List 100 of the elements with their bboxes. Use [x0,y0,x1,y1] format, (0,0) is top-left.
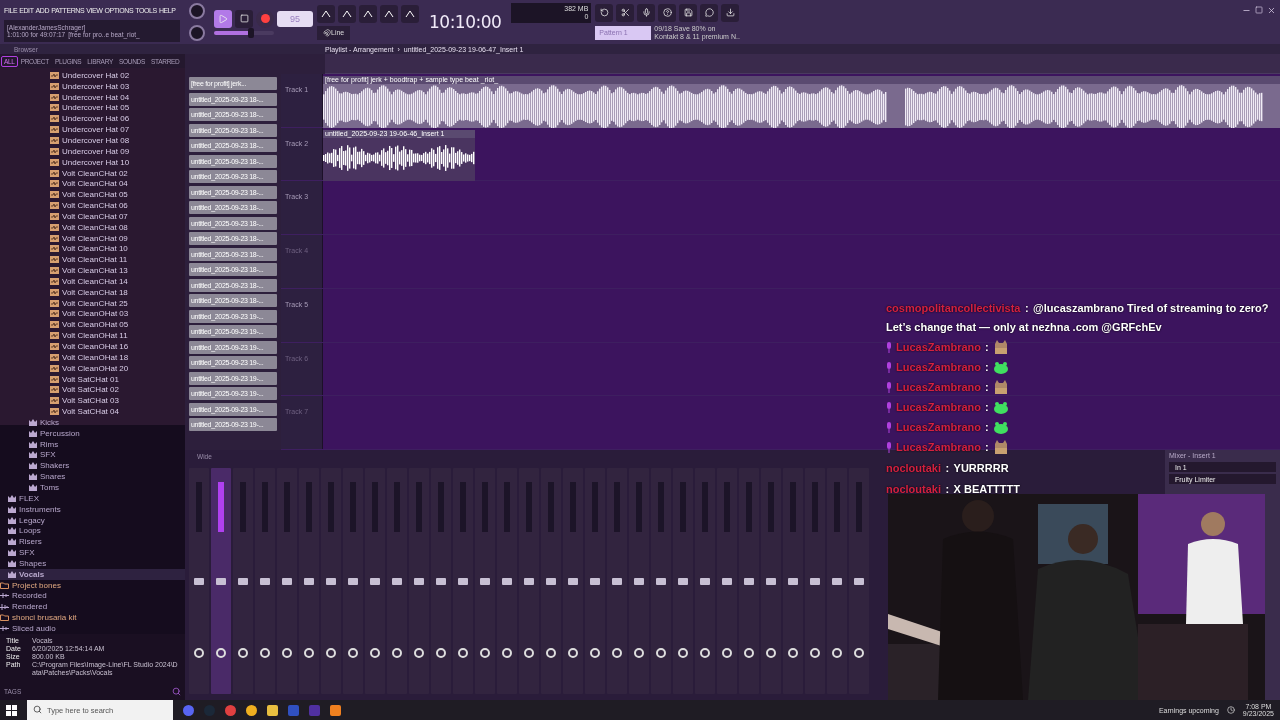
pan-knob[interactable] [832,648,842,658]
pan-knob[interactable] [722,648,732,658]
mixer-strip[interactable] [717,468,737,694]
fader-handle[interactable] [524,578,534,585]
fader-handle[interactable] [744,578,754,585]
mixer-strip[interactable] [585,468,605,694]
pan-knob[interactable] [238,648,248,658]
pan-knob[interactable] [590,648,600,658]
pan-knob[interactable] [502,648,512,658]
browser-item[interactable]: Percussion [0,427,185,439]
browser-item[interactable]: Volt CleanCHat 04 [0,178,185,190]
mixer-strip[interactable] [431,468,451,694]
taskbar-app-icon[interactable] [267,704,278,716]
help-button[interactable] [658,3,677,22]
browser-item[interactable]: Risers [0,536,185,548]
pan-knob[interactable] [260,648,270,658]
toolbar-button[interactable] [338,4,356,23]
pan-knob[interactable] [480,648,490,658]
fader-handle[interactable] [458,578,468,585]
browser-item[interactable]: Volt CleanOHat 03 [0,308,185,320]
browser-item[interactable]: SFX [0,449,185,461]
browser-item[interactable]: Volt CleanOHat 20 [0,362,185,374]
pan-knob[interactable] [788,648,798,658]
browser-item[interactable]: Undercover Hat 08 [0,135,185,146]
browser-item[interactable]: Volt CleanOHat 05 [0,319,185,331]
browser-item[interactable]: Shapes [0,557,185,569]
mixer-strip[interactable] [695,468,715,694]
browser-item[interactable]: Volt CleanOHat 16 [0,341,185,352]
mixer-strip[interactable] [629,468,649,694]
browser-item[interactable]: Undercover Hat 09 [0,145,185,157]
mixer-strip[interactable] [541,468,561,694]
mixer-strip[interactable] [277,468,297,694]
mixer-strip[interactable] [453,468,473,694]
browser-item[interactable]: Volt SatCHat 04 [0,406,185,417]
save-button[interactable] [679,3,698,22]
chat-button[interactable] [700,3,719,22]
fader-handle[interactable] [282,578,292,585]
mixer-strip[interactable] [739,468,759,694]
browser-item[interactable]: Undercover Hat 07 [0,124,185,136]
download-button[interactable] [721,3,740,22]
pan-knob[interactable] [436,648,446,658]
pan-knob[interactable] [700,648,710,658]
browser-item[interactable]: Volt CleanOHat 18 [0,351,185,363]
browser-item[interactable]: Vocals [0,568,185,580]
browser-item[interactable]: Toms [0,482,185,493]
browser-item[interactable]: Volt CleanCHat 25 [0,297,185,309]
pan-knob[interactable] [854,648,864,658]
mixer-strip[interactable] [651,468,671,694]
browser-item[interactable]: shonci brusaria kit [0,612,185,624]
pan-knob[interactable] [546,648,556,658]
pan-knob[interactable] [634,648,644,658]
pan-knob[interactable] [348,648,358,658]
browser-item[interactable]: Undercover Hat 04 [0,91,185,103]
toolbar-button[interactable] [359,4,377,23]
fader-handle[interactable] [854,578,864,585]
fader-handle[interactable] [832,578,842,585]
browser-item[interactable]: Volt CleanCHat 10 [0,243,185,255]
fader-handle[interactable] [612,578,622,585]
fader-handle[interactable] [326,578,336,585]
pan-knob[interactable] [392,648,402,658]
pan-knob[interactable] [216,648,226,658]
pan-knob[interactable] [370,648,380,658]
cut-button[interactable] [616,3,635,22]
fader-handle[interactable] [260,578,270,585]
browser-item[interactable]: Volt SatCHat 01 [0,373,185,385]
close-icon[interactable] [1267,6,1276,15]
browser-item[interactable]: Volt CleanCHat 13 [0,265,185,277]
stop-button[interactable] [235,9,253,28]
taskbar-app-icon[interactable] [330,704,341,716]
mixer-strip[interactable] [255,468,275,694]
fader-handle[interactable] [502,578,512,585]
pan-knob[interactable] [568,648,578,658]
pan-knob[interactable] [678,648,688,658]
mixer-strip[interactable] [783,468,803,694]
pan-knob[interactable] [414,648,424,658]
browser-item[interactable]: Rendered [0,601,185,613]
master-slider[interactable] [214,30,274,35]
pan-knob[interactable] [326,648,336,658]
pan-knob[interactable] [810,648,820,658]
browser-item[interactable]: Legacy [0,514,185,526]
fader-handle[interactable] [810,578,820,585]
search-icon[interactable] [172,686,181,696]
toolbar-button[interactable] [380,4,398,23]
fader-handle[interactable] [216,578,226,585]
mixer-strip[interactable] [233,468,253,694]
taskbar-app-icon[interactable] [246,704,257,716]
pan-knob[interactable] [744,648,754,658]
mixer-strip[interactable] [387,468,407,694]
mixer-strip[interactable] [365,468,385,694]
taskbar-app-icon[interactable] [225,704,236,716]
pan-knob[interactable] [766,648,776,658]
undo-button[interactable] [595,3,614,22]
browser-item[interactable]: Sliced audio [0,623,185,634]
mixer-strip[interactable] [343,468,363,694]
pan-knob[interactable] [458,648,468,658]
browser-item[interactable]: Volt CleanOHat 11 [0,330,185,342]
pan-knob[interactable] [282,648,292,658]
pan-knob[interactable] [304,648,314,658]
browser-item[interactable]: SFX [0,547,185,558]
fader-handle[interactable] [348,578,358,585]
